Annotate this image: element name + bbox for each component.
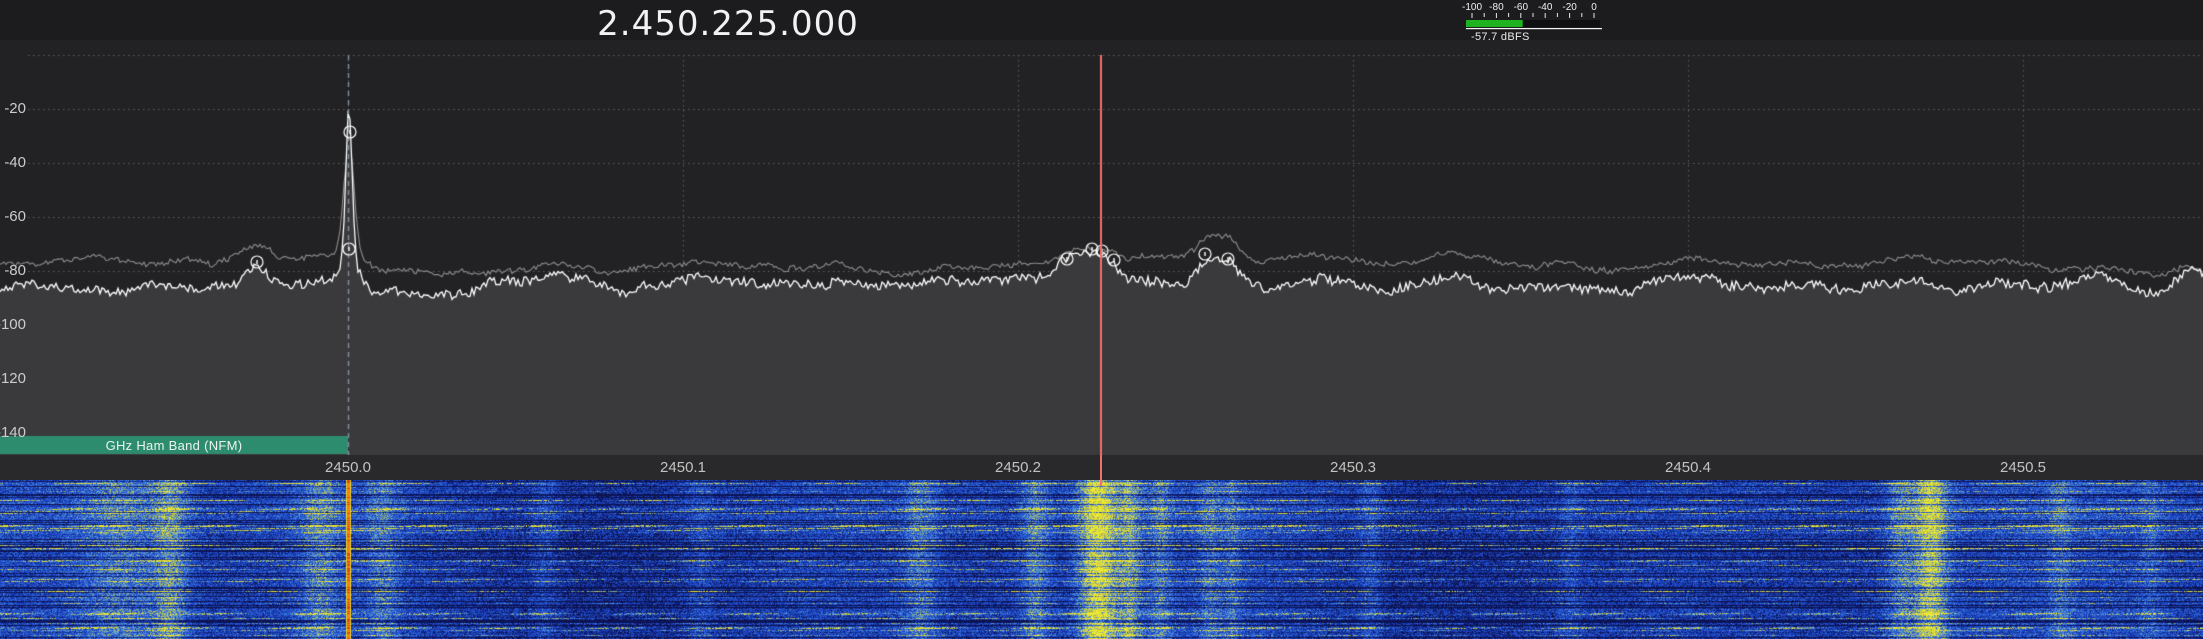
meter-scale-label: 0 bbox=[1591, 2, 1597, 13]
meter-scale: -100 -80 -60 -40 -20 0 bbox=[1458, 1, 1618, 31]
meter-scale-label: -80 bbox=[1489, 2, 1504, 13]
signal-strength-meter: -100-80-60-40-200 -57.7 dBFS bbox=[1458, 1, 1618, 45]
meter-scale-label: -20 bbox=[1562, 2, 1577, 13]
freq-axis-label: 2450.5 bbox=[1983, 459, 2063, 476]
meter-level-bar bbox=[1466, 20, 1523, 27]
waterfall-canvas[interactable] bbox=[0, 480, 2203, 639]
freq-axis-label: 2450.3 bbox=[1313, 459, 1393, 476]
freq-axis-label: 2450.0 bbox=[308, 459, 388, 476]
sdr-application-window: 2.450.225.000 -100-80-60-40-200 -57.7 dB… bbox=[0, 0, 2203, 639]
freq-axis-label: 2450.1 bbox=[643, 459, 723, 476]
meter-scale-label: -40 bbox=[1538, 2, 1553, 13]
meter-scale-label: -60 bbox=[1514, 2, 1529, 13]
spectrum-plot-canvas[interactable] bbox=[0, 40, 2203, 455]
tuned-frequency-display[interactable]: 2.450.225.000 bbox=[0, 4, 1456, 44]
freq-axis-label: 2450.4 bbox=[1648, 459, 1728, 476]
tuning-line[interactable] bbox=[1100, 455, 1102, 486]
freq-axis-label: 2450.2 bbox=[978, 459, 1058, 476]
band-plan-label: GHz Ham Band (NFM) bbox=[0, 437, 348, 454]
meter-scale-label: -100 bbox=[1462, 2, 1482, 13]
